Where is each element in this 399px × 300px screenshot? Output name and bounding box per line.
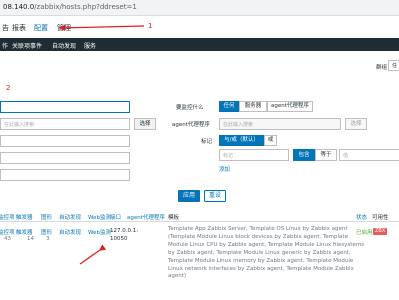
tag-operator-contains[interactable]: 包含 bbox=[293, 149, 315, 161]
templates-filter-input[interactable]: 在此输入搜索 bbox=[0, 118, 130, 130]
row-triggers-link[interactable]: 触发器 bbox=[16, 228, 33, 236]
tag-value-input[interactable]: 值 bbox=[339, 149, 399, 161]
tag-operator-equals[interactable]: 等于 bbox=[315, 149, 337, 161]
th-items[interactable]: 监控项 bbox=[0, 213, 15, 221]
th-triggers[interactable]: 触发器 bbox=[16, 213, 33, 221]
top-menu: 告 报表 配置 管理 bbox=[0, 16, 399, 38]
apply-button[interactable]: 应用 bbox=[178, 190, 200, 202]
row-status[interactable]: 已启用 bbox=[356, 228, 373, 236]
submenu-item-services[interactable]: 服务 bbox=[84, 41, 96, 50]
tags-logic-or[interactable]: 或 bbox=[264, 135, 277, 146]
th-proxy[interactable]: agent代理程序 bbox=[127, 213, 165, 221]
template-line[interactable]: Template Module Linux memory by Zabbix a… bbox=[168, 258, 364, 266]
row-graphs-count: 3 bbox=[46, 236, 50, 242]
row-triggers-count: 14 bbox=[27, 236, 34, 242]
templates-select-button[interactable]: 选择 bbox=[134, 118, 156, 130]
submenu-item-event-correlation[interactable]: 关联项事件 bbox=[12, 41, 42, 50]
th-status[interactable]: 状态 bbox=[356, 213, 367, 221]
add-tag-link[interactable]: 添加 bbox=[219, 165, 230, 173]
row-interface-line2: 10050 bbox=[110, 236, 128, 242]
url-text[interactable]: 08.140.0/zabbix/hosts.php?ddreset=1 bbox=[3, 3, 137, 11]
row-items-link[interactable]: 监控项 bbox=[0, 228, 15, 236]
monitored-by-proxy[interactable]: agent代理程序 bbox=[267, 101, 313, 112]
menu-item-alerts[interactable]: 告 bbox=[2, 23, 9, 33]
th-web[interactable]: Web监测 bbox=[88, 213, 111, 221]
sub-menu: 作 关联项事件 自动发现 服务 bbox=[0, 38, 399, 51]
host-filter-panel: 群组 任 2 在此输入搜索 选择 要监控什么 任何 服务器 agent代理程序 … bbox=[0, 51, 399, 211]
monitored-by-label: 要监控什么 bbox=[176, 105, 204, 111]
menu-item-reports[interactable]: 报表 bbox=[12, 23, 26, 33]
proxy-select-button[interactable]: 选择 bbox=[345, 118, 367, 130]
tags-label: 标记 bbox=[201, 139, 213, 145]
group-select[interactable]: 任 bbox=[388, 60, 399, 71]
row-templates: Template App Zabbix Server, Template OS … bbox=[168, 226, 364, 281]
proxy-label: agent代理程序 bbox=[172, 122, 210, 128]
th-graphs[interactable]: 图形 bbox=[41, 213, 52, 221]
url-host: 08.140.0 bbox=[3, 3, 35, 11]
th-discovery[interactable]: 自动发现 bbox=[59, 213, 81, 221]
template-line[interactable]: Module Linux CPU by Zabbix agent, Templa… bbox=[168, 242, 364, 250]
hosts-table-header: 监控项 触发器 图形 自动发现 Web监测 接口 agent代理程序 模板 状态… bbox=[0, 211, 399, 222]
annotation-arrow-2 bbox=[79, 244, 107, 265]
tag-name-input[interactable]: 标记 bbox=[219, 149, 289, 161]
name-filter-input[interactable] bbox=[0, 101, 130, 113]
menu-item-administration[interactable]: 管理 bbox=[57, 23, 71, 33]
row-interface-line1: 127.0.0.1: bbox=[110, 228, 139, 234]
tags-logic-and-or[interactable]: 与/或（默认） bbox=[219, 135, 264, 146]
template-line[interactable]: Template App Zabbix Server, Template OS … bbox=[168, 226, 364, 234]
template-line[interactable]: by Zabbix agent, Template Module Linux g… bbox=[168, 250, 364, 258]
template-line[interactable]: agent) bbox=[168, 273, 364, 281]
port-filter-input[interactable] bbox=[0, 169, 130, 181]
template-line[interactable]: Linux network interfaces by Zabbix agent… bbox=[168, 266, 364, 274]
ip-filter-input[interactable] bbox=[0, 152, 130, 164]
row-graphs-link[interactable]: 图形 bbox=[41, 228, 52, 236]
proxy-filter-input[interactable]: 在此输入搜索 bbox=[219, 118, 341, 130]
th-availability: 可用性 bbox=[372, 215, 389, 221]
submenu-item-actions[interactable]: 作 bbox=[2, 41, 8, 50]
zbx-availability-badge: ZBX bbox=[373, 228, 388, 235]
template-line[interactable]: (Template Module Linux block devices by … bbox=[168, 234, 364, 242]
row-discovery-link[interactable]: 自动发现 bbox=[59, 228, 81, 236]
annotation-number-1: 1 bbox=[148, 22, 153, 30]
row-web-link[interactable]: Web监测 bbox=[88, 228, 111, 236]
menu-item-configuration[interactable]: 配置 bbox=[34, 23, 48, 33]
url-path: /zabbix/hosts.php?ddreset=1 bbox=[34, 3, 137, 11]
th-interface[interactable]: 接口 bbox=[110, 213, 121, 221]
dns-filter-input[interactable] bbox=[0, 135, 130, 147]
row-items-count: 43 bbox=[4, 236, 11, 242]
th-templates: 模板 bbox=[168, 215, 180, 221]
group-label: 群组 bbox=[376, 65, 388, 71]
submenu-item-discovery[interactable]: 自动发现 bbox=[52, 41, 76, 50]
monitored-by-server[interactable]: 服务器 bbox=[239, 101, 267, 112]
monitored-by-any[interactable]: 任何 bbox=[219, 101, 239, 112]
browser-address-bar[interactable]: 08.140.0/zabbix/hosts.php?ddreset=1 bbox=[0, 0, 399, 16]
reset-button[interactable]: 重设 bbox=[204, 190, 226, 202]
annotation-number-2: 2 bbox=[6, 84, 11, 92]
